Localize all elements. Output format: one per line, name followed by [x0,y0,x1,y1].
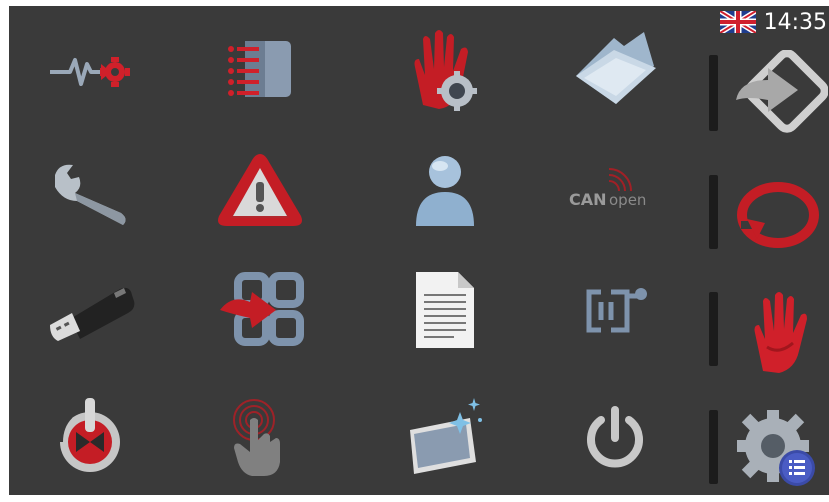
divider [709,410,718,484]
open-folder-icon [576,32,656,104]
warning-triangle-icon [218,154,302,226]
list-notebook-icon [228,41,291,97]
divider [709,175,718,249]
refresh-icon [736,182,819,248]
import-button[interactable] [195,255,325,365]
refresh-button[interactable] [726,158,829,268]
user-button[interactable] [380,135,510,245]
event-log-button[interactable] [195,15,325,125]
monitor-signal-gear-icon [50,57,130,87]
status-bar: 14:35 [719,9,827,35]
hand-gear-icon [414,30,477,111]
login-button[interactable] [726,40,829,150]
clock: 14:35 [763,9,827,35]
touch-calibration-icon [233,399,280,476]
red-hand-stop-icon [754,292,807,373]
wrench-icon [55,164,126,225]
settings-menu-icon [736,410,815,486]
login-arrow-icon [735,50,828,133]
document-icon [416,272,474,348]
svg-text:open: open [609,191,646,209]
divider [709,292,718,366]
touch-calibration-button[interactable] [195,380,325,490]
screen-clean-icon [410,398,482,474]
document-button[interactable] [380,255,510,365]
manual-settings-button[interactable] [380,15,510,125]
usb-drive-icon [50,287,135,341]
svg-text:CAN: CAN [569,190,607,209]
grid-import-icon [220,272,304,346]
user-icon [416,156,474,226]
monitoring-button[interactable] [25,15,155,125]
uk-flag-icon[interactable] [719,11,756,33]
stop-button[interactable] [25,380,155,490]
canopen-icon: CAN open [569,168,646,209]
emergency-stop-button[interactable] [726,275,829,385]
canopen-button[interactable]: CAN open [550,135,680,245]
power-icon [587,406,643,468]
power-button[interactable] [550,380,680,490]
service-button[interactable] [25,135,155,245]
screen-clean-button[interactable] [380,380,510,490]
screen: 14:35 CAN open [0,0,829,500]
alarms-button[interactable] [195,135,325,245]
usb-button[interactable] [25,255,155,365]
io-button[interactable] [550,255,680,365]
files-button[interactable] [550,15,680,125]
settings-button[interactable] [726,392,829,502]
divider [709,55,718,131]
io-connector-icon [586,288,647,333]
power-stop-icon [57,398,120,472]
